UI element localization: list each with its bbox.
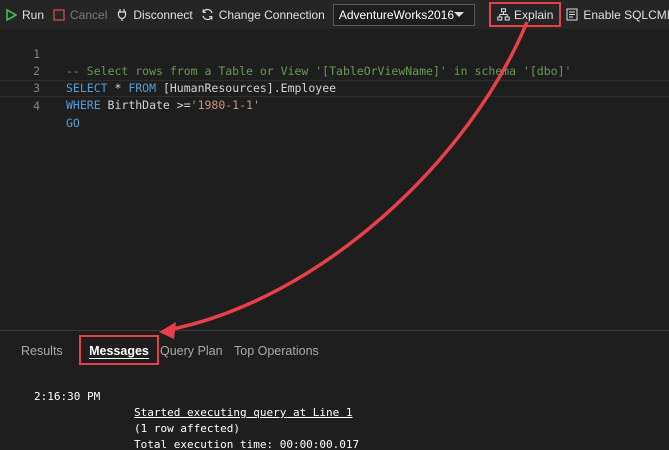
tab-results[interactable]: Results — [21, 344, 63, 358]
tab-query-plan[interactable]: Query Plan — [160, 344, 223, 358]
change-connection-label: Change Connection — [218, 7, 325, 22]
change-connection-button[interactable]: Change Connection — [201, 0, 325, 29]
code-line[interactable]: 1 -- Select rows from a Table or View '[… — [0, 29, 669, 78]
sql-keyword: GO — [66, 116, 80, 130]
enable-sqlcmd-label: Enable SQLCMD — [583, 7, 669, 22]
refresh-connection-icon — [201, 8, 215, 22]
message-text: Total execution time: 00:00:00.017 — [134, 438, 360, 450]
document-icon — [565, 8, 579, 22]
plug-icon — [115, 8, 129, 22]
sql-keyword: WHERE — [66, 98, 101, 112]
results-panel: Results Messages Query Plan Top Operatio… — [0, 331, 669, 450]
code-editor[interactable]: 1 -- Select rows from a Table or View '[… — [0, 29, 669, 330]
sql-editor-window: Run Cancel Disconnect Change Connection … — [0, 0, 669, 450]
code-text: WHERE BirthDate >='1980-1-1' — [66, 97, 260, 114]
play-icon — [4, 8, 18, 22]
sql-string: '1980-1-1' — [190, 98, 260, 112]
tab-messages-label: Messages — [89, 344, 149, 358]
code-line[interactable]: 2 SELECT * FROM [HumanResources].Employe… — [0, 46, 669, 95]
disconnect-label: Disconnect — [133, 7, 193, 22]
explain-label: Explain — [514, 7, 554, 22]
run-label: Run — [22, 7, 45, 22]
message-row: Total execution time: 00:00:00.017 — [0, 405, 669, 450]
cancel-button[interactable]: Cancel — [52, 0, 107, 29]
message-row: 2:16:30 PM Started executing query at Li… — [0, 373, 669, 419]
line-number: 4 — [33, 99, 40, 113]
toolbar: Run Cancel Disconnect Change Connection … — [0, 0, 669, 29]
enable-sqlcmd-button[interactable]: Enable SQLCMD — [565, 0, 669, 29]
stop-icon — [52, 8, 66, 22]
results-tabs: Results Messages Query Plan Top Operatio… — [0, 331, 669, 371]
tab-messages[interactable]: Messages — [79, 335, 159, 365]
disconnect-button[interactable]: Disconnect — [115, 0, 193, 29]
chevron-down-icon — [454, 12, 465, 17]
code-line[interactable]: 3 WHERE BirthDate >='1980-1-1' — [0, 63, 669, 112]
database-select[interactable]: AdventureWorks2016 — [332, 3, 476, 26]
message-row: (1 row affected) — [0, 389, 669, 435]
hierarchy-icon — [496, 8, 510, 22]
active-tab-indicator — [89, 358, 149, 359]
message-text: (1 row affected) — [134, 422, 240, 435]
explain-button[interactable]: Explain — [489, 2, 562, 27]
code-line-current[interactable]: 4 GO — [0, 80, 669, 130]
tab-top-operations[interactable]: Top Operations — [234, 344, 319, 358]
cancel-label: Cancel — [70, 7, 108, 22]
database-select-value: AdventureWorks2016 — [338, 7, 455, 22]
run-button[interactable]: Run — [4, 0, 44, 29]
sql-text: BirthDate >= — [100, 98, 191, 112]
